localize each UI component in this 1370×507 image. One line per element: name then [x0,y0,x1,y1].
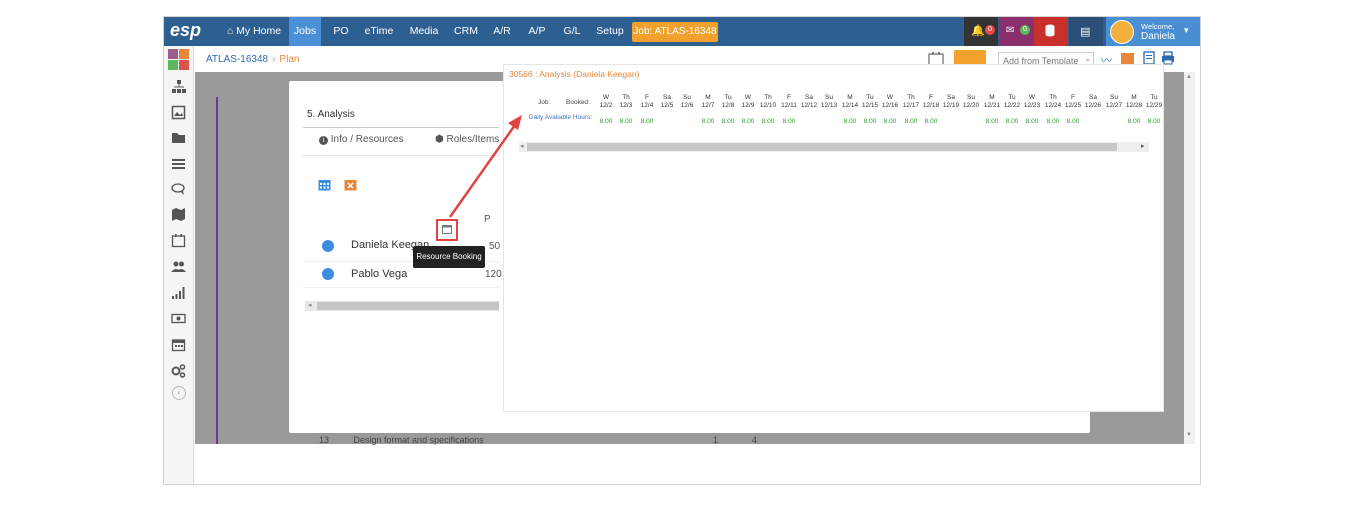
annotation-arrow [448,115,522,218]
app-window: esp ⌂ My Home Jobs PO eTime Media CRM A/… [163,16,1201,485]
